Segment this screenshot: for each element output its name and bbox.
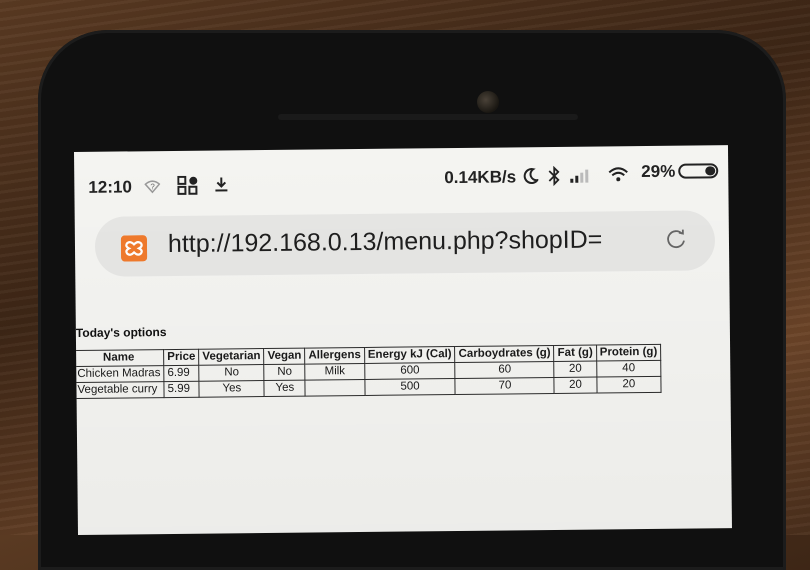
bluetooth-icon xyxy=(547,165,561,191)
column-header-energy: Energy kJ (Cal) xyxy=(364,346,456,364)
table-cell-vegan: Yes xyxy=(264,380,306,397)
battery-fill xyxy=(705,166,716,176)
table-cell-name: Chicken Madras xyxy=(74,365,165,383)
column-header-protein: Protein (g) xyxy=(596,344,661,362)
table-cell-carbohydrates: 70 xyxy=(455,377,555,395)
table-cell-vegan: No xyxy=(264,364,306,381)
table-cell-fat: 20 xyxy=(554,361,597,378)
column-header-carbohydrates: Carboydrates (g) xyxy=(455,345,555,363)
xampp-logo-icon xyxy=(120,235,148,262)
table-cell-protein: 40 xyxy=(596,360,662,378)
column-header-vegetarian: Vegetarian xyxy=(198,348,265,366)
svg-text:?: ? xyxy=(150,182,155,191)
network-speed: 0.14KB/s xyxy=(444,167,517,188)
download-icon xyxy=(212,175,230,198)
page-heading: Today's options xyxy=(75,325,167,340)
status-time: 12:10 xyxy=(88,177,132,197)
column-header-fat: Fat (g) xyxy=(554,345,597,362)
table-cell-price: 6.99 xyxy=(163,365,200,382)
status-bar: 12:10 ? 0.14KB/s 29% xyxy=(74,145,729,216)
column-header-name: Name xyxy=(74,349,164,367)
table-cell-fat: 20 xyxy=(554,377,597,394)
column-header-vegan: Vegan xyxy=(263,348,306,365)
url-text[interactable]: http://192.168.0.13/menu.php?shopID= xyxy=(168,225,603,259)
battery-icon xyxy=(678,163,719,179)
front-camera xyxy=(477,91,499,113)
table-cell-allergens: Milk xyxy=(305,363,365,381)
table-cell-vegetarian: Yes xyxy=(199,380,265,398)
table-cell-energy: 500 xyxy=(364,378,456,396)
signal-icon xyxy=(569,168,593,189)
page-content: Today's options Name Price Vegetarian Ve… xyxy=(74,305,730,399)
table-cell-carbohydrates: 60 xyxy=(455,361,555,379)
wifi-question-icon: ? xyxy=(144,178,161,199)
column-header-allergens: Allergens xyxy=(304,347,365,365)
moon-icon xyxy=(522,167,540,190)
qr-grid-icon xyxy=(177,175,199,201)
table-cell-vegetarian: No xyxy=(198,364,265,382)
table-cell-price: 5.99 xyxy=(164,381,200,398)
address-bar[interactable]: http://192.168.0.13/menu.php?shopID= xyxy=(94,210,716,277)
phone-screen: 12:10 ? 0.14KB/s 29% http://192.168.0.13… xyxy=(74,145,732,535)
table-cell-name: Vegetable curry xyxy=(74,381,165,399)
table-cell-allergens xyxy=(305,379,365,397)
earpiece xyxy=(278,114,578,120)
reload-icon[interactable] xyxy=(665,228,687,250)
menu-table: Name Price Vegetarian Vegan Allergens En… xyxy=(74,344,662,399)
table-cell-protein: 20 xyxy=(596,376,662,394)
wifi-icon xyxy=(607,165,629,188)
table-cell-energy: 600 xyxy=(364,362,456,380)
battery-percent: 29% xyxy=(641,161,676,182)
column-header-price: Price xyxy=(163,349,199,366)
